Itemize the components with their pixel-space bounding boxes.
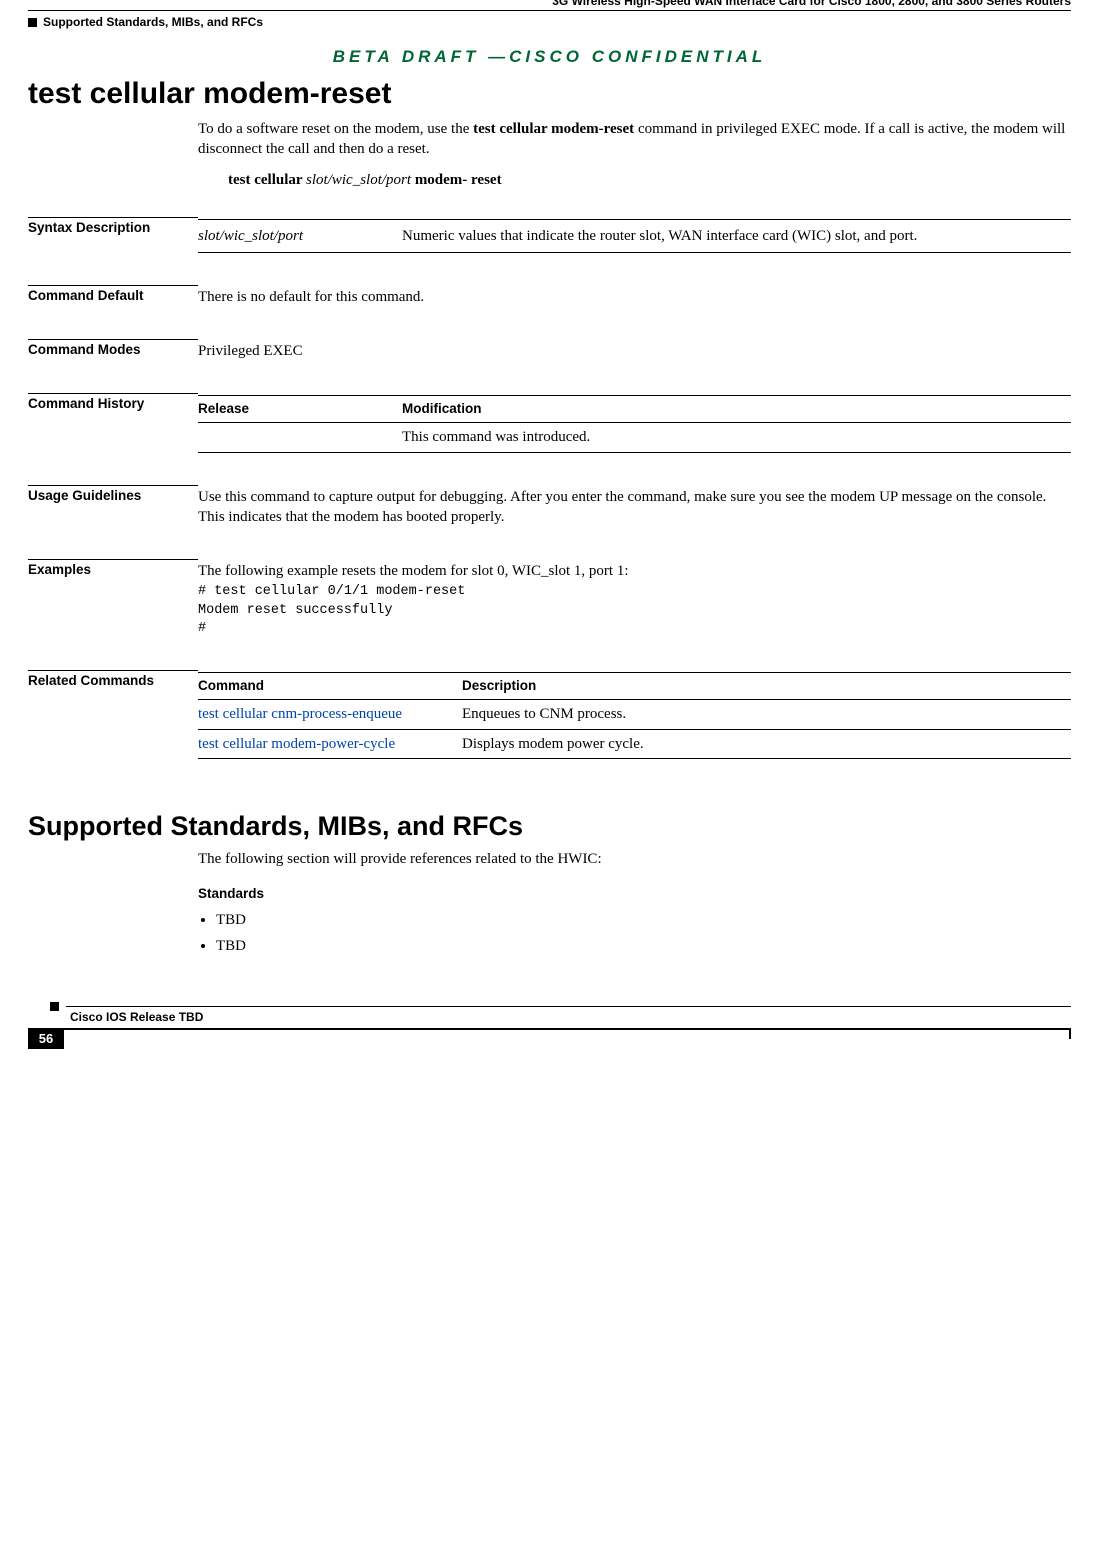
command-title: test cellular modem-reset	[28, 77, 1071, 111]
page-footer: Cisco IOS Release TBD 56	[28, 1006, 1071, 1049]
related-commands-table: Command Description test cellular cnm-pr…	[198, 672, 1071, 759]
doc-title-header: 3G Wireless High-Speed WAN Interface Car…	[28, 0, 1071, 10]
command-intro: To do a software reset on the modem, use…	[198, 119, 1071, 160]
section-label: Usage Guidelines	[28, 485, 198, 528]
square-bullet-icon	[50, 1002, 59, 1011]
related-col-description: Description	[462, 673, 1071, 700]
examples-intro: The following example resets the modem f…	[198, 561, 1071, 581]
list-item: TBD	[216, 935, 1071, 958]
page-number: 56	[28, 1028, 64, 1049]
related-command-desc: Enqueues to CNM process.	[462, 700, 1071, 729]
header-rule	[28, 10, 1071, 11]
syntax-param-desc: Numeric values that indicate the router …	[402, 219, 1071, 252]
standards-list: TBD TBD	[216, 909, 1071, 958]
history-col-release: Release	[198, 396, 402, 423]
table-header-row: Command Description	[198, 673, 1071, 700]
section-label: Command Modes	[28, 339, 198, 361]
history-release	[198, 423, 402, 452]
footer-release: Cisco IOS Release TBD	[70, 1010, 203, 1024]
doc-title: 3G Wireless High-Speed WAN Interface Car…	[544, 0, 1071, 8]
command-syntax: test cellular slot/wic_slot/port modem- …	[228, 172, 1071, 189]
syntax-prefix: test cellular	[228, 172, 306, 188]
section-usage-guidelines: Usage Guidelines Use this command to cap…	[28, 485, 1071, 528]
table-row: slot/wic_slot/port Numeric values that i…	[198, 219, 1071, 252]
history-col-modification: Modification	[402, 396, 1071, 423]
supported-section-body: The following section will provide refer…	[198, 848, 1071, 958]
rule-end-tick-icon	[1069, 1028, 1071, 1039]
section-command-modes: Command Modes Privileged EXEC	[28, 339, 1071, 361]
supported-standards-heading: Supported Standards, MIBs, and RFCs	[28, 811, 1071, 842]
table-row: This command was introduced.	[198, 423, 1071, 452]
examples-code: # test cellular 0/1/1 modem-reset Modem …	[198, 583, 1071, 638]
section-label: Related Commands	[28, 670, 198, 759]
related-command-desc: Displays modem power cycle.	[462, 729, 1071, 758]
confidential-banner: BETA DRAFT —CISCO CONFIDENTIAL	[28, 47, 1071, 67]
standards-subhead: Standards	[198, 884, 1071, 904]
syntax-param-name: slot/wic_slot/port	[198, 219, 402, 252]
related-command-link[interactable]: test cellular modem-power-cycle	[198, 736, 395, 752]
section-label: Command History	[28, 393, 198, 452]
list-item: TBD	[216, 909, 1071, 932]
table-row: test cellular cnm-process-enqueue Enqueu…	[198, 700, 1071, 729]
footer-rule	[64, 1028, 1071, 1049]
command-default-text: There is no default for this command.	[198, 285, 1071, 307]
section-examples: Examples The following example resets th…	[28, 559, 1071, 638]
chapter-header: Supported Standards, MIBs, and RFCs	[28, 15, 1071, 29]
supported-intro: The following section will provide refer…	[198, 848, 1071, 871]
square-bullet-icon	[28, 18, 37, 27]
section-command-default: Command Default There is no default for …	[28, 285, 1071, 307]
syntax-param: slot/wic_slot/port	[306, 172, 411, 188]
syntax-description-table: slot/wic_slot/port Numeric values that i…	[198, 219, 1071, 253]
section-related-commands: Related Commands Command Description tes…	[28, 670, 1071, 759]
section-label: Command Default	[28, 285, 198, 307]
intro-command-name: test cellular modem-reset	[473, 121, 634, 137]
section-label: Examples	[28, 559, 198, 638]
intro-text-pre: To do a software reset on the modem, use…	[198, 121, 473, 137]
history-modification: This command was introduced.	[402, 423, 1071, 452]
related-col-command: Command	[198, 673, 462, 700]
usage-guidelines-text: Use this command to capture output for d…	[198, 485, 1071, 528]
section-command-history: Command History Release Modification Thi…	[28, 393, 1071, 452]
section-syntax-description: Syntax Description slot/wic_slot/port Nu…	[28, 217, 1071, 253]
table-header-row: Release Modification	[198, 396, 1071, 423]
chapter-title: Supported Standards, MIBs, and RFCs	[43, 15, 263, 29]
command-modes-text: Privileged EXEC	[198, 339, 1071, 361]
related-command-link[interactable]: test cellular cnm-process-enqueue	[198, 706, 402, 722]
section-label: Syntax Description	[28, 217, 198, 253]
table-row: test cellular modem-power-cycle Displays…	[198, 729, 1071, 758]
syntax-suffix: modem- reset	[411, 172, 502, 188]
command-history-table: Release Modification This command was in…	[198, 395, 1071, 452]
